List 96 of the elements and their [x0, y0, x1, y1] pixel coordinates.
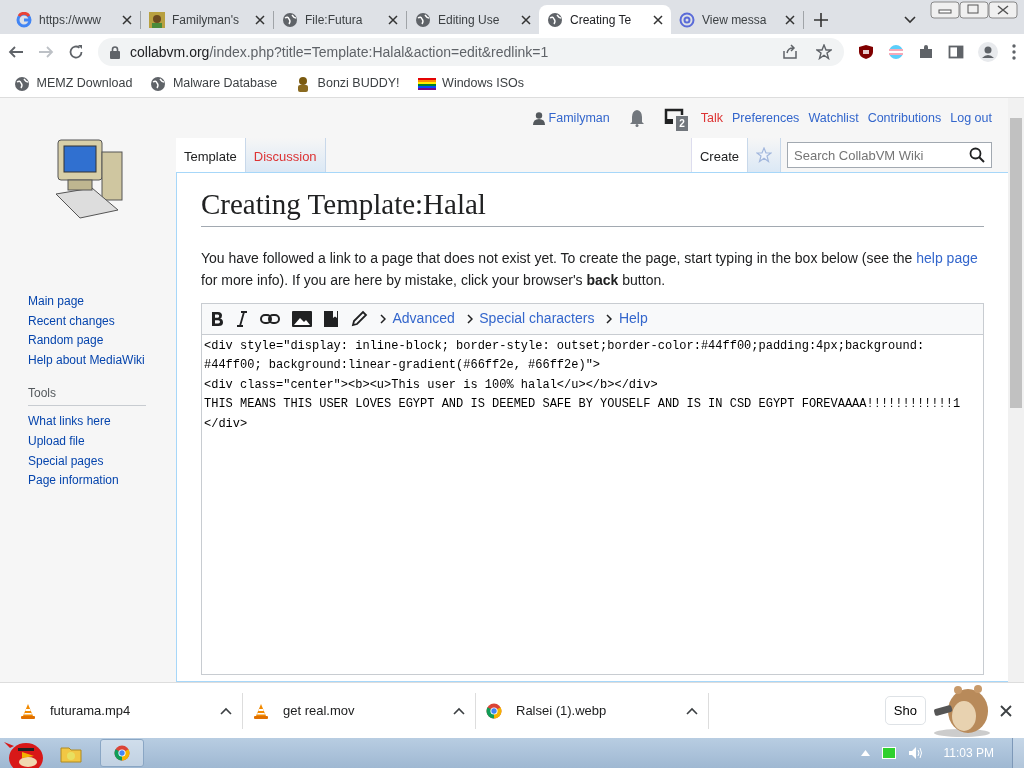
star-icon	[756, 147, 772, 163]
sidebar-link[interactable]: Help about MediaWiki	[28, 350, 176, 371]
chevron-right-icon	[466, 313, 473, 324]
search-icon[interactable]	[969, 147, 985, 163]
browser-tab[interactable]: Editing Use	[407, 5, 539, 34]
traffic-cone-icon	[253, 702, 269, 719]
scrollbar[interactable]	[1008, 98, 1024, 682]
browser-tab[interactable]: https://www	[8, 5, 140, 34]
sidebar-link[interactable]: Random page	[28, 331, 176, 351]
back-icon[interactable]	[8, 44, 24, 60]
user-icon	[533, 111, 546, 125]
tray-icon	[663, 107, 684, 125]
help-link[interactable]: help page	[916, 249, 978, 266]
pencil-icon[interactable]	[350, 309, 368, 328]
globe-icon	[415, 11, 431, 28]
message-icon[interactable]: 2	[663, 107, 688, 129]
chevron-right-icon	[606, 313, 613, 324]
close-icon[interactable]	[122, 14, 132, 25]
close-icon[interactable]	[521, 14, 531, 25]
chrome-icon	[486, 702, 502, 719]
download-item[interactable]: Ralsei (1).webp	[476, 692, 709, 729]
profile-icon[interactable]	[978, 42, 998, 62]
at-sign-icon	[679, 11, 695, 28]
new-tab-icon[interactable]	[814, 12, 828, 27]
chevron-down-icon[interactable]	[904, 15, 916, 24]
reload-icon[interactable]	[68, 44, 84, 60]
user-link[interactable]: Preferences	[731, 108, 800, 128]
intro-paragraph: You have followed a link to a page that does not exist yet. To create the page, start typing in the box below (see the help page for more info). If you are here by mistake, click your browser's back button.	[201, 248, 979, 290]
share-icon[interactable]	[782, 44, 798, 60]
close-icon[interactable]	[653, 14, 663, 25]
toolbar-menu[interactable]: Advanced	[380, 308, 455, 330]
page-heading: Creating Template:Halal	[201, 187, 984, 227]
sidebar-link[interactable]: Upload file	[28, 431, 176, 452]
chrome-icon	[114, 745, 130, 761]
browser-tab[interactable]: View messa	[671, 5, 803, 34]
close-icon[interactable]	[255, 14, 265, 25]
sidebar-heading: Tools	[28, 384, 146, 407]
link-icon[interactable]	[260, 312, 280, 325]
lock-icon	[110, 45, 120, 59]
close-icon[interactable]	[785, 14, 795, 25]
rainbow-flag-icon	[417, 77, 436, 90]
globe-icon	[547, 11, 563, 28]
sidebar-link[interactable]: Page information	[28, 471, 176, 491]
view-tab[interactable]: Create	[690, 138, 748, 172]
toolbar-menu[interactable]: Help	[606, 308, 648, 330]
close-icon[interactable]	[388, 14, 398, 25]
star-icon[interactable]	[816, 44, 832, 60]
chevron-up-icon	[686, 706, 698, 715]
user-link[interactable]: Watchlist	[808, 108, 859, 128]
editor-field[interactable]: <div style="display: inline-block; border-style: outset;border-color:#44ff00;padding:4px;background: #44ff00; background:linear-gradient(#66ff2e, #66ff2e)"> <div class="center"><b><u>This user is 100% halal</u></b></div> THIS MEANS THIS USER LOVES EGYPT AND IS DEEMED SAFE BY YOUSELF AND IS IN CSD EGYPT FOREVAAAA!!!!!!!!!!!!1 </div>	[201, 334, 984, 675]
browser-tab[interactable]: Creating Te	[539, 5, 671, 34]
user-link[interactable]: Log out	[950, 108, 992, 128]
download-item[interactable]: get real.mov	[243, 692, 476, 729]
search-field[interactable]: Search CollabVM Wiki	[787, 142, 992, 168]
count-badge: 2	[676, 116, 688, 131]
bookmark-icon[interactable]	[324, 310, 338, 327]
bookmark-link[interactable]: Windows ISOs	[442, 74, 525, 93]
bold-icon[interactable]	[210, 310, 224, 327]
browser-tab[interactable]: Familyman's	[141, 5, 273, 34]
sidebar-link[interactable]: Recent changes	[28, 311, 176, 332]
user-link[interactable]: Talk	[700, 108, 723, 128]
chevron-up-icon	[453, 706, 465, 715]
user-link[interactable]: Familyman	[548, 108, 610, 128]
globe-icon	[282, 11, 298, 28]
bookmark-link[interactable]: MEMZ Download	[36, 74, 133, 93]
namespace-tab[interactable]: Discussion	[245, 138, 326, 172]
bell-icon[interactable]	[628, 109, 645, 127]
browser-tab[interactable]: File:Futura	[274, 5, 406, 34]
shield-icon[interactable]	[858, 44, 874, 60]
bookmark-link[interactable]: Bonzi BUDDY!	[317, 74, 400, 93]
download-item[interactable]: futurama.mp4	[10, 692, 243, 729]
watch-star-button[interactable]	[748, 138, 781, 172]
sidebar-link[interactable]: What links here	[28, 412, 176, 432]
close-icon[interactable]	[1000, 704, 1012, 717]
side-panel-icon[interactable]	[948, 44, 964, 60]
url-text: collabvm.org/index.php?title=Template:Halal&action=edit&redlink=1	[130, 42, 550, 62]
more-menu-icon[interactable]	[1012, 44, 1016, 60]
namespace-tab[interactable]: Template	[176, 138, 246, 172]
chevron-up-icon	[220, 706, 232, 715]
globe-icon	[14, 75, 30, 92]
taskbar-button[interactable]	[100, 739, 144, 767]
address-bar[interactable]: collabvm.org/index.php?title=Template:Halal&action=edit&redlink=1	[98, 38, 844, 66]
puzzle-icon[interactable]	[918, 44, 934, 60]
traffic-cone-icon	[20, 702, 36, 719]
user-link[interactable]: Contributions	[867, 108, 942, 128]
google-icon	[16, 11, 32, 28]
image-icon	[149, 11, 165, 28]
image-icon[interactable]	[292, 310, 312, 327]
bookmark-link[interactable]: Malware Database	[172, 74, 278, 93]
toolbar-menu[interactable]: Special characters	[466, 308, 595, 330]
sidebar-link[interactable]: Special pages	[28, 451, 176, 472]
globe-icon	[150, 75, 167, 92]
chevron-right-icon	[380, 313, 386, 324]
italic-icon[interactable]	[236, 310, 248, 327]
sidebar-link[interactable]: Main page	[28, 292, 176, 312]
show-all-button[interactable]: Sho	[884, 695, 926, 726]
